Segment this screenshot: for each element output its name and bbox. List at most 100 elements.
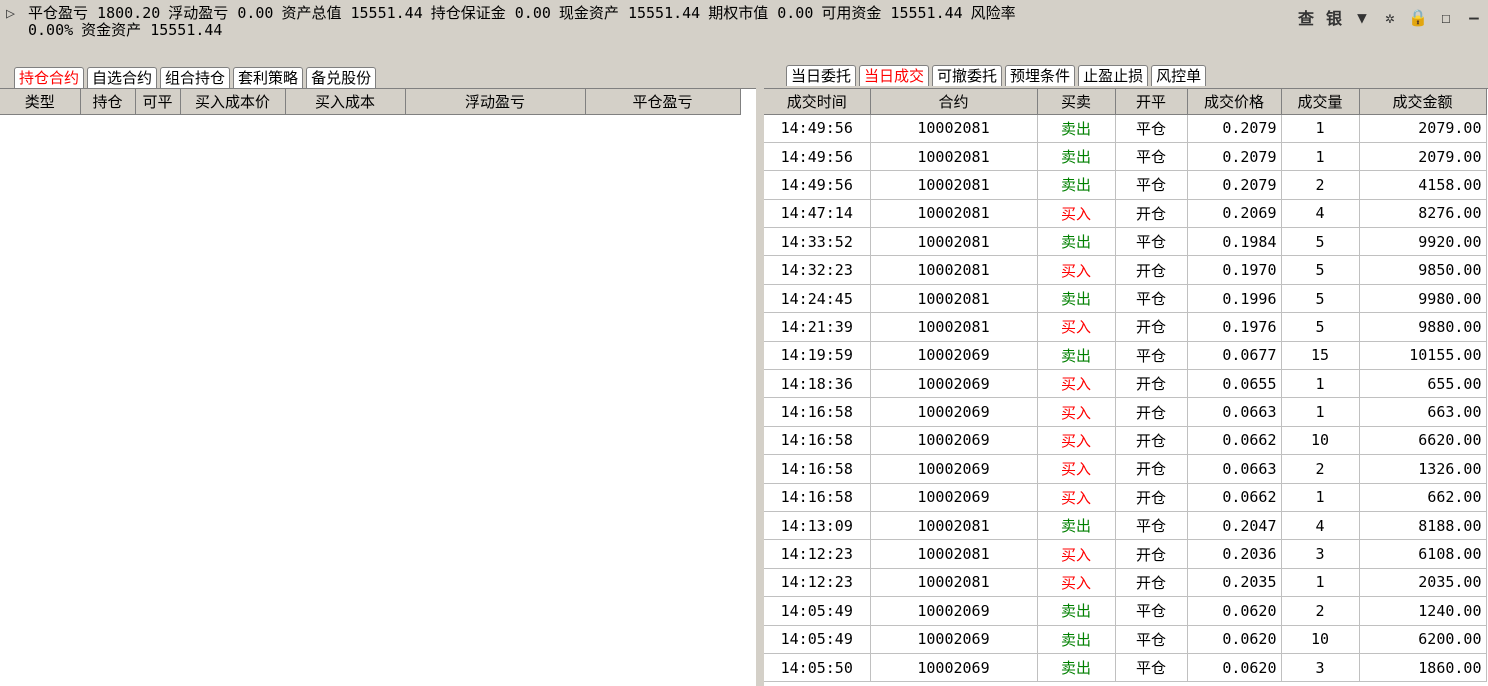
query-button[interactable]: 查 <box>1292 5 1320 29</box>
option-mv-label: 期权市值 <box>708 4 769 22</box>
col-header-side[interactable]: 买卖 <box>1037 89 1116 115</box>
price-cell: 0.1970 <box>1187 255 1282 285</box>
margin-value: 0.00 <box>514 4 551 22</box>
tab-risk-orders[interactable]: 风控单 <box>1151 65 1207 86</box>
col-header-trade-time[interactable]: 成交时间 <box>764 89 871 115</box>
side-cell: 买入 <box>1037 539 1116 569</box>
table-row[interactable]: 14:49:56 10002081 卖出 平仓 0.2079 2 4158.00 <box>764 170 1487 200</box>
tab-covered-shares[interactable]: 备兑股份 <box>306 67 377 88</box>
price-cell: 0.0620 <box>1187 596 1282 626</box>
table-row[interactable]: 14:16:58 10002069 买入 开仓 0.0662 1 662.00 <box>764 483 1487 512</box>
tab-arbitrage[interactable]: 套利策略 <box>233 67 304 88</box>
side-cell: 卖出 <box>1037 114 1116 143</box>
table-row[interactable]: 14:13:09 10002081 卖出 平仓 0.2047 4 8188.00 <box>764 511 1487 541</box>
table-row[interactable]: 14:16:58 10002069 买入 开仓 0.0663 2 1326.00 <box>764 454 1487 484</box>
tab-positions[interactable]: 持仓合约 <box>14 67 85 88</box>
col-header-trade-price[interactable]: 成交价格 <box>1187 89 1282 115</box>
trade-time-cell: 14:16:58 <box>764 426 871 456</box>
amount-cell: 663.00 <box>1359 397 1487 427</box>
table-row[interactable]: 14:05:49 10002069 卖出 平仓 0.0620 10 6200.00 <box>764 625 1487 654</box>
col-header-trade-qty[interactable]: 成交量 <box>1281 89 1360 115</box>
minimize-icon[interactable]: — <box>1460 8 1488 27</box>
open-close-cell: 开仓 <box>1115 539 1188 569</box>
amount-cell: 655.00 <box>1359 369 1487 399</box>
col-header-contract[interactable]: 合约 <box>870 89 1038 115</box>
table-row[interactable]: 14:19:59 10002069 卖出 平仓 0.0677 15 10155.00 <box>764 341 1487 371</box>
open-close-cell: 开仓 <box>1115 312 1188 342</box>
open-close-cell: 平仓 <box>1115 596 1188 626</box>
tab-watchlist[interactable]: 自选合约 <box>87 67 158 88</box>
tab-today-trades[interactable]: 当日成交 <box>859 65 930 86</box>
col-header-position[interactable]: 持仓 <box>80 89 136 115</box>
fund-assets-value: 15551.44 <box>150 21 223 39</box>
open-close-cell: 平仓 <box>1115 341 1188 371</box>
option-mv-value: 0.00 <box>777 4 814 22</box>
tab-preset-conditions[interactable]: 预埋条件 <box>1005 65 1076 86</box>
trade-time-cell: 14:47:14 <box>764 199 871 229</box>
price-cell: 0.0663 <box>1187 397 1282 427</box>
table-row[interactable]: 14:05:49 10002069 卖出 平仓 0.0620 2 1240.00 <box>764 596 1487 626</box>
table-row[interactable]: 14:16:58 10002069 买入 开仓 0.0663 1 663.00 <box>764 397 1487 427</box>
table-row[interactable]: 14:21:39 10002081 买入 开仓 0.1976 5 9880.00 <box>764 312 1487 342</box>
qty-cell: 3 <box>1281 653 1360 683</box>
open-close-cell: 开仓 <box>1115 255 1188 285</box>
amount-cell: 2035.00 <box>1359 568 1487 598</box>
table-row[interactable]: 14:49:56 10002081 卖出 平仓 0.2079 1 2079.00 <box>764 114 1487 143</box>
tab-stop-profit-loss[interactable]: 止盈止损 <box>1078 65 1149 86</box>
col-header-buy-cost[interactable]: 买入成本 <box>285 89 406 115</box>
settings-icon[interactable]: ✲ <box>1376 8 1404 27</box>
open-close-cell: 平仓 <box>1115 653 1188 683</box>
col-header-trade-amount[interactable]: 成交金额 <box>1359 89 1487 115</box>
price-cell: 0.0620 <box>1187 653 1282 683</box>
table-row[interactable]: 14:24:45 10002081 卖出 平仓 0.1996 5 9980.00 <box>764 284 1487 314</box>
col-header-open-close[interactable]: 开平 <box>1115 89 1188 115</box>
table-row[interactable]: 14:18:36 10002069 买入 开仓 0.0655 1 655.00 <box>764 369 1487 399</box>
risk-label: 风险率 <box>970 4 1016 22</box>
table-row[interactable]: 14:47:14 10002081 买入 开仓 0.2069 4 8276.00 <box>764 199 1487 229</box>
qty-cell: 4 <box>1281 511 1360 541</box>
col-header-closable[interactable]: 可平 <box>135 89 181 115</box>
side-cell: 卖出 <box>1037 227 1116 257</box>
price-cell: 0.2079 <box>1187 142 1282 172</box>
amount-cell: 10155.00 <box>1359 341 1487 371</box>
qty-cell: 10 <box>1281 625 1360 654</box>
table-row[interactable]: 14:33:52 10002081 卖出 平仓 0.1984 5 9920.00 <box>764 227 1487 257</box>
fund-assets-label: 资金资产 <box>81 21 142 39</box>
open-close-cell: 平仓 <box>1115 142 1188 172</box>
panel-splitter[interactable] <box>756 88 764 686</box>
trade-time-cell: 14:18:36 <box>764 369 871 399</box>
trades-body: 14:49:56 10002081 卖出 平仓 0.2079 1 2079.00 14:49:… <box>764 114 1487 683</box>
menu-icon[interactable]: ▼ <box>1348 8 1376 27</box>
side-cell: 卖出 <box>1037 596 1116 626</box>
contract-cell: 10002069 <box>870 596 1038 626</box>
tab-cancelable-orders[interactable]: 可撤委托 <box>932 65 1003 86</box>
table-row[interactable]: 14:12:23 10002081 买入 开仓 0.2036 3 6108.00 <box>764 539 1487 569</box>
expand-arrow-icon[interactable]: ▷ <box>6 5 28 22</box>
col-header-type[interactable]: 类型 <box>0 89 81 115</box>
trade-time-cell: 14:49:56 <box>764 142 871 172</box>
table-row[interactable]: 14:05:50 10002069 卖出 平仓 0.0620 3 1860.00 <box>764 653 1487 683</box>
qty-cell: 1 <box>1281 369 1360 399</box>
window-icon[interactable]: ☐ <box>1432 8 1460 27</box>
price-cell: 0.2036 <box>1187 539 1282 569</box>
table-row[interactable]: 14:49:56 10002081 卖出 平仓 0.2079 1 2079.00 <box>764 142 1487 172</box>
qty-cell: 1 <box>1281 114 1360 143</box>
cash-label: 现金资产 <box>558 4 619 22</box>
bank-button[interactable]: 银 <box>1320 5 1348 29</box>
open-close-cell: 平仓 <box>1115 227 1188 257</box>
trade-time-cell: 14:24:45 <box>764 284 871 314</box>
col-header-close-pnl[interactable]: 平仓盈亏 <box>585 89 741 115</box>
trade-time-cell: 14:49:56 <box>764 170 871 200</box>
amount-cell: 9980.00 <box>1359 284 1487 314</box>
col-header-float-pnl[interactable]: 浮动盈亏 <box>405 89 586 115</box>
positions-panel: 类型 持仓 可平 买入成本价 买入成本 浮动盈亏 平仓盈亏 <box>0 88 756 686</box>
table-row[interactable]: 14:16:58 10002069 买入 开仓 0.0662 10 6620.00 <box>764 426 1487 456</box>
col-header-buy-cost-price[interactable]: 买入成本价 <box>180 89 286 115</box>
tab-today-orders[interactable]: 当日委托 <box>786 65 857 86</box>
open-close-cell: 平仓 <box>1115 114 1188 143</box>
open-close-cell: 平仓 <box>1115 284 1188 314</box>
tab-combo-positions[interactable]: 组合持仓 <box>160 67 231 88</box>
table-row[interactable]: 14:32:23 10002081 买入 开仓 0.1970 5 9850.00 <box>764 255 1487 285</box>
lock-icon[interactable]: 🔒 <box>1404 8 1432 27</box>
table-row[interactable]: 14:12:23 10002081 买入 开仓 0.2035 1 2035.00 <box>764 568 1487 598</box>
